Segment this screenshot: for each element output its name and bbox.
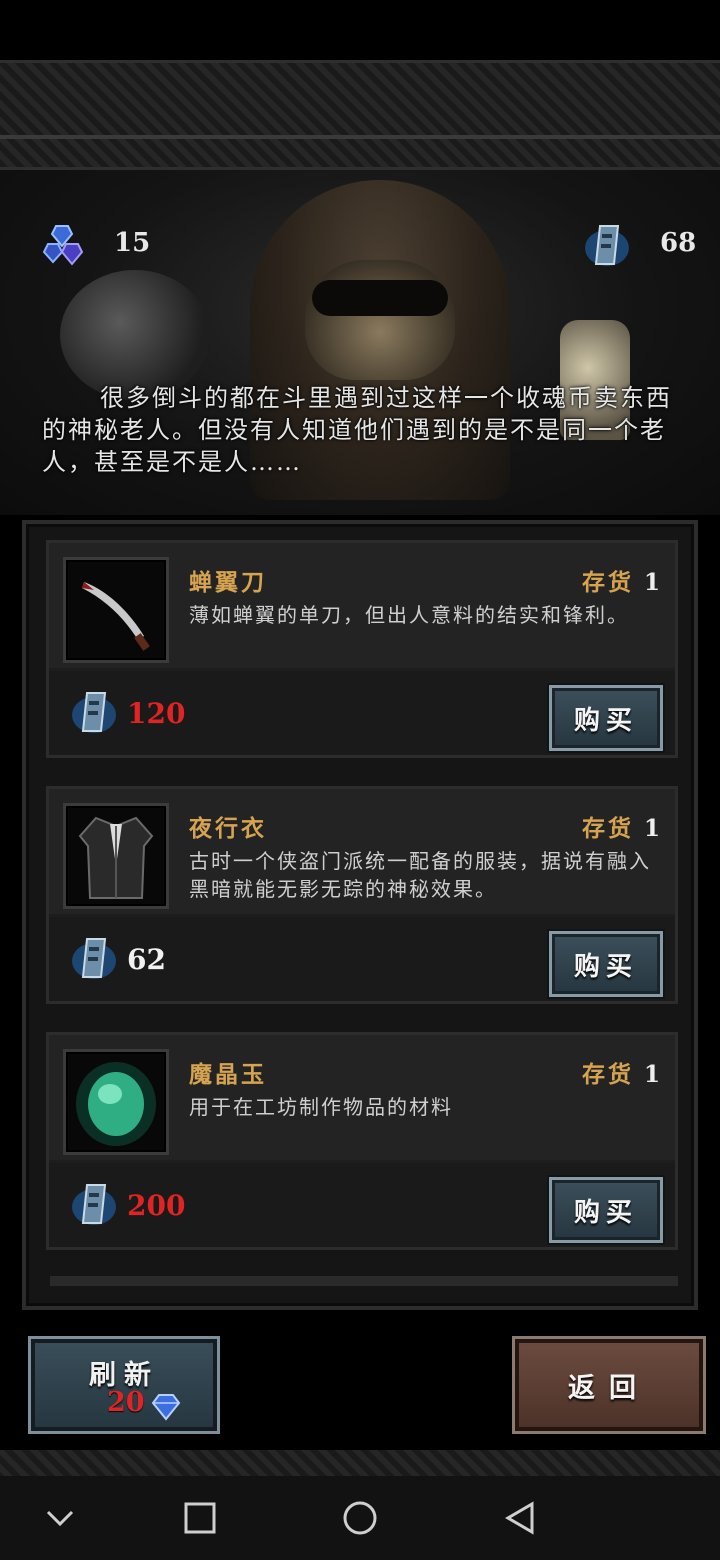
item-thumbnail	[63, 1049, 169, 1155]
item-description: 古时一个侠盗门派统一配备的服装，据说有融入黑暗就能无影无踪的神秘效果。	[189, 849, 651, 901]
shop-list-end	[50, 1276, 678, 1286]
soul-coin-icon	[72, 692, 116, 733]
soul-coin-icon	[585, 225, 629, 266]
chevron-down-icon[interactable]	[38, 1496, 82, 1540]
refresh-button[interactable]: 刷新 20	[28, 1336, 220, 1434]
soul-coin-icon	[72, 938, 116, 979]
item-price: 120	[127, 697, 186, 730]
triangle-back-icon[interactable]	[498, 1496, 542, 1540]
black-robe-icon	[78, 816, 154, 899]
shop-item-2: 夜行衣 存货 1 古时一个侠盗门派统一配备的服装，据说有融入黑暗就能无影无踪的神秘…	[46, 786, 678, 1004]
item-stock: 存货 1	[581, 815, 663, 842]
buy-button[interactable]: 购买	[549, 685, 663, 751]
return-button[interactable]: 返回	[512, 1336, 706, 1434]
refresh-cost: 20	[107, 1387, 145, 1418]
item-name: 蝉翼刀	[189, 569, 267, 596]
gem-count: 15	[114, 228, 151, 258]
item-thumbnail	[63, 557, 169, 663]
item-name: 魔晶玉	[189, 1061, 267, 1088]
soul-coin-icon	[72, 1184, 116, 1225]
buy-button[interactable]: 购买	[549, 931, 663, 997]
coin-count: 68	[660, 228, 697, 258]
saber-icon	[82, 582, 150, 651]
item-price: 62	[127, 943, 166, 976]
item-price: 200	[127, 1189, 186, 1222]
item-description: 薄如蝉翼的单刀，但出人意料的结实和锋利。	[189, 603, 629, 627]
shop-item-1: 蝉翼刀 存货 1 薄如蝉翼的单刀，但出人意料的结实和锋利。 120 购买	[46, 540, 678, 758]
merchant-eyes-shadow	[312, 280, 448, 316]
item-thumbnail	[63, 803, 169, 909]
item-name: 夜行衣	[189, 815, 267, 842]
green-crystal-icon	[76, 1062, 156, 1146]
item-stock: 存货 1	[581, 569, 663, 596]
square-icon[interactable]	[178, 1496, 222, 1540]
skull-decoration	[60, 270, 210, 400]
item-stock: 存货 1	[581, 1061, 663, 1088]
top-banner	[0, 60, 720, 170]
system-nav-bar	[0, 1476, 720, 1560]
circle-icon[interactable]	[338, 1496, 382, 1540]
buy-button[interactable]: 购买	[549, 1177, 663, 1243]
shop-item-3: 魔晶玉 存货 1 用于在工坊制作物品的材料 200 购买	[46, 1032, 678, 1250]
merchant-skull-face	[305, 260, 455, 380]
gem-icon	[151, 1394, 181, 1421]
gem-cluster-icon	[42, 225, 84, 266]
item-description: 用于在工坊制作物品的材料	[189, 1095, 453, 1119]
merchant-intro-text: 很多倒斗的都在斗里遇到过这样一个收魂币卖东西的神秘老人。但没有人知道他们遇到的是…	[42, 384, 672, 476]
